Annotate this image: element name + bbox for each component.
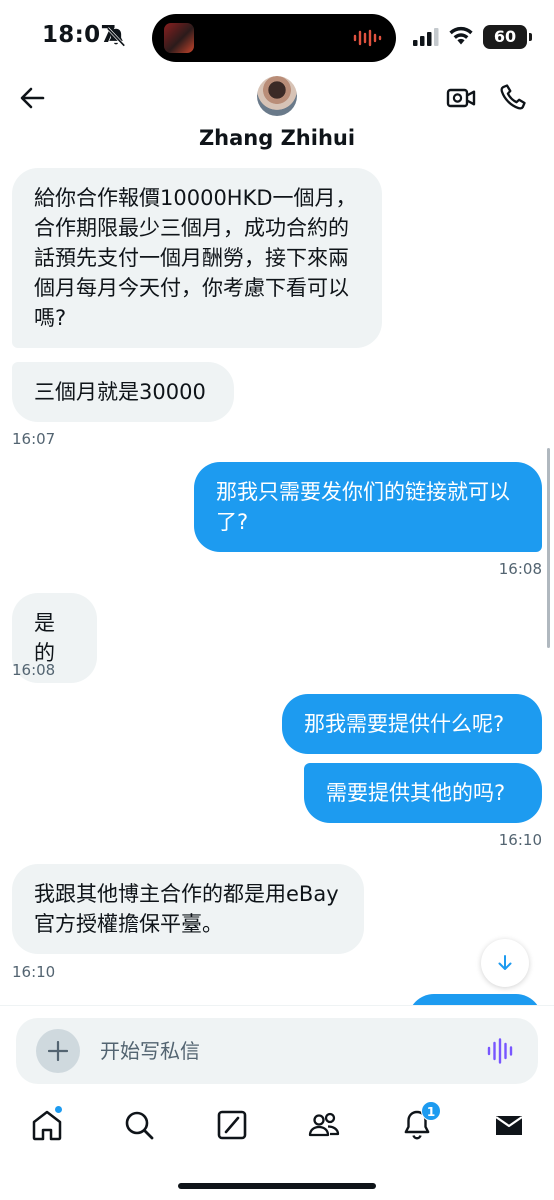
mail-icon — [495, 1116, 523, 1135]
tab-home[interactable] — [29, 1105, 65, 1143]
tab-notifications[interactable]: 1 — [399, 1101, 441, 1143]
message-timestamp: 16:10 — [498, 831, 542, 849]
incoming-message[interactable]: 我跟其他博主合作的都是用eBay官方授權擔保平臺。 — [12, 864, 364, 954]
bell-off-icon — [106, 27, 126, 47]
tab-search[interactable] — [121, 1107, 157, 1143]
incoming-message[interactable]: 三個月就是30000 — [12, 362, 234, 422]
tab-messages[interactable] — [491, 1107, 527, 1143]
bottom-tab-bar: 1 — [0, 1095, 554, 1200]
message-timestamp: 16:08 — [12, 661, 56, 679]
message-composer — [16, 1018, 538, 1084]
tab-communities[interactable] — [306, 1107, 342, 1143]
phone-call-icon[interactable] — [498, 82, 528, 112]
communities-icon — [308, 1112, 340, 1137]
add-media-button[interactable] — [36, 1029, 80, 1073]
outgoing-message[interactable]: 那我需要提供什么呢? — [282, 694, 542, 754]
scroll-to-bottom-button[interactable] — [481, 939, 529, 987]
voice-wave-icon[interactable] — [486, 1038, 516, 1064]
back-arrow-icon[interactable] — [16, 82, 48, 114]
search-icon — [125, 1111, 154, 1140]
composer-area — [0, 1005, 554, 1095]
audio-wave-icon — [353, 29, 382, 47]
arrow-down-icon — [498, 955, 512, 970]
contact-name[interactable]: Zhang Zhihui — [0, 126, 554, 150]
notification-count-badge: 1 — [421, 1101, 441, 1121]
grok-icon — [217, 1110, 247, 1140]
home-unread-dot — [54, 1105, 63, 1114]
video-call-icon[interactable] — [446, 84, 476, 112]
cellular-signal-icon — [413, 28, 439, 46]
message-timestamp: 16:10 — [12, 963, 56, 981]
dynamic-island[interactable] — [152, 14, 396, 62]
outgoing-message[interactable]: 需要提供其他的吗? — [304, 763, 542, 823]
scrollbar[interactable] — [547, 448, 550, 648]
now-playing-artwork — [164, 23, 194, 53]
outgoing-message[interactable]: 那我只需要发你们的链接就可以了? — [194, 462, 542, 552]
home-indicator[interactable] — [178, 1183, 376, 1189]
contact-avatar[interactable] — [257, 76, 297, 116]
wifi-icon — [449, 26, 473, 45]
message-input[interactable] — [100, 1037, 460, 1065]
message-timestamp: 16:08 — [498, 560, 542, 578]
message-timestamp: 16:07 — [12, 430, 56, 448]
conversation-header: Zhang Zhihui — [0, 72, 554, 162]
tab-grok[interactable] — [214, 1107, 250, 1143]
incoming-message[interactable]: 給你合作報價10000HKD一個月，合作期限最少三個月，成功合約的話預先支付一個… — [12, 168, 382, 348]
plus-icon — [48, 1041, 68, 1061]
battery-icon: 60 — [483, 25, 532, 49]
status-bar: 18:07 60 — [0, 0, 554, 72]
